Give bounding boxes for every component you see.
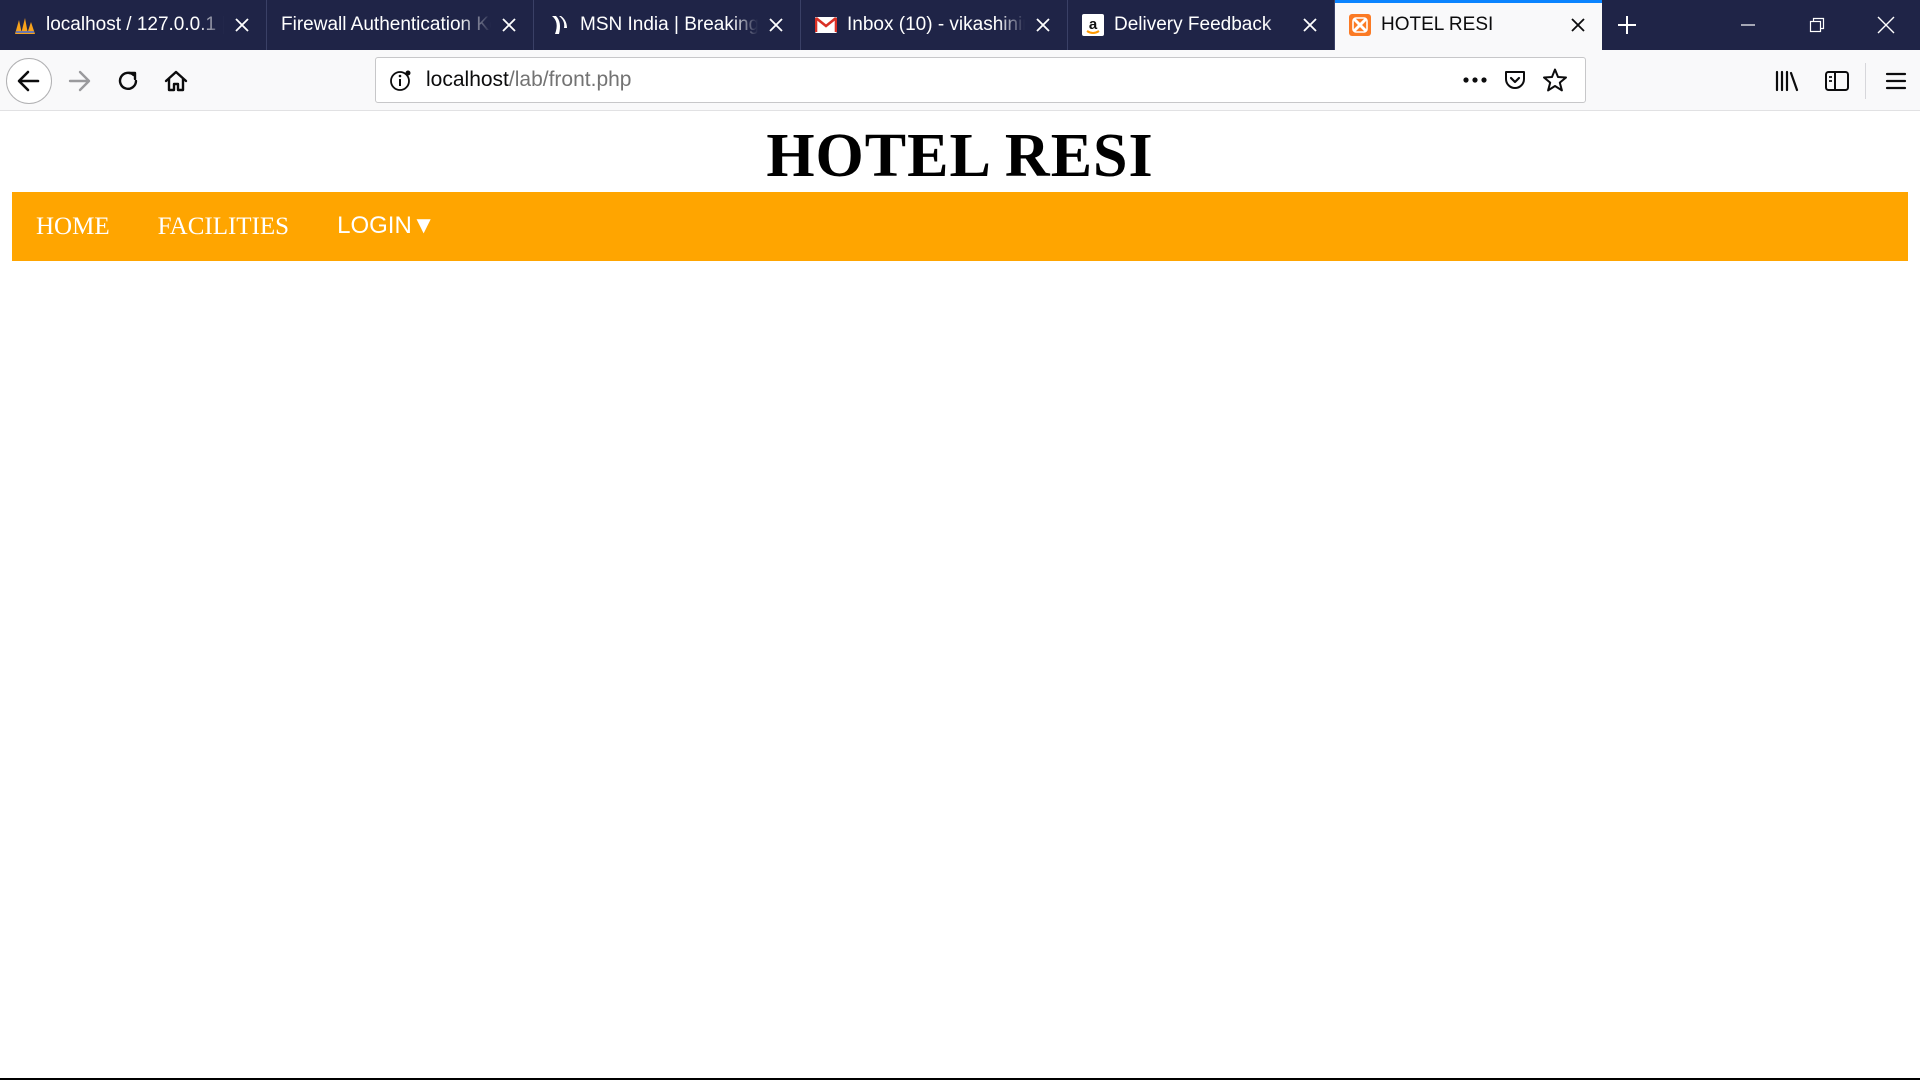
close-icon <box>1877 16 1894 34</box>
toolbar-right <box>1761 58 1920 104</box>
star-icon <box>1543 68 1567 92</box>
home-button[interactable] <box>153 58 199 104</box>
close-icon[interactable] <box>1031 13 1055 37</box>
hamburger-menu-icon <box>1885 72 1907 90</box>
minimize-icon <box>1740 24 1755 26</box>
home-icon <box>164 70 188 92</box>
forward-button[interactable] <box>56 58 102 104</box>
restore-button[interactable] <box>1782 0 1851 50</box>
minimize-button[interactable] <box>1713 0 1782 50</box>
library-button[interactable] <box>1763 58 1811 104</box>
sidebar-button[interactable] <box>1813 58 1861 104</box>
tab-msn[interactable]: MSN India | Breaking News <box>534 0 801 50</box>
phpmyadmin-icon <box>14 14 36 36</box>
close-icon[interactable] <box>230 13 254 37</box>
url-host: localhost <box>426 68 509 91</box>
url-path: /lab/front.php <box>508 68 632 91</box>
menu-item-home[interactable]: HOME <box>36 213 110 241</box>
restore-icon <box>1809 17 1824 33</box>
tab-hotel-resi[interactable]: HOTEL RESI <box>1335 0 1602 50</box>
tab-title: HOTEL RESI <box>1381 14 1494 35</box>
bookmark-star-button[interactable] <box>1535 60 1575 100</box>
msn-icon <box>548 14 570 36</box>
close-icon[interactable] <box>497 13 521 37</box>
reload-icon <box>118 71 138 90</box>
main-navigation-menu: HOME FACILITIES LOGIN▼ <box>12 192 1908 261</box>
tab-phpmyadmin[interactable]: localhost / 127.0.0.1 | phpMyAdmin <box>0 0 267 50</box>
menu-item-login-dropdown[interactable]: LOGIN▼ <box>337 212 435 240</box>
tab-title: Delivery Feedback <box>1114 14 1272 35</box>
sidebar-icon <box>1825 71 1849 91</box>
tab-amazon[interactable]: a Delivery Feedback <box>1068 0 1335 50</box>
page-actions-button[interactable] <box>1455 60 1495 100</box>
pocket-icon <box>1505 71 1525 89</box>
page-content: HOTEL RESI HOME FACILITIES LOGIN▼ <box>0 111 1920 1080</box>
page-title: HOTEL RESI <box>766 122 1154 190</box>
tab-title: Firewall Authentication Keepalive <box>281 14 491 35</box>
tab-title: localhost / 127.0.0.1 | phpMyAdmin <box>46 14 224 35</box>
tab-gmail[interactable]: Inbox (10) - vikashinirai <box>801 0 1068 50</box>
reload-button[interactable] <box>105 58 151 104</box>
url-bar[interactable]: localhost/lab/front.php <box>375 57 1586 103</box>
close-icon[interactable] <box>1298 13 1322 37</box>
xampp-icon <box>1349 14 1371 36</box>
close-window-button[interactable] <box>1851 0 1920 50</box>
navigation-toolbar: localhost/lab/front.php <box>0 50 1920 111</box>
back-button[interactable] <box>6 58 52 104</box>
tab-title: Inbox (10) - vikashinirai <box>847 14 1025 35</box>
plus-icon <box>1618 16 1636 34</box>
svg-text:a: a <box>1089 16 1098 33</box>
amazon-icon: a <box>1082 14 1104 36</box>
url-text[interactable]: localhost/lab/front.php <box>426 68 1455 92</box>
gmail-icon <box>815 14 837 36</box>
library-icon <box>1775 70 1799 92</box>
menu-button[interactable] <box>1872 58 1920 104</box>
tab-strip: localhost / 127.0.0.1 | phpMyAdmin Firew… <box>0 0 1920 50</box>
tab-firewall[interactable]: Firewall Authentication Keepalive <box>267 0 534 50</box>
close-icon[interactable] <box>764 13 788 37</box>
menu-item-facilities[interactable]: FACILITIES <box>158 213 289 241</box>
info-icon[interactable] <box>388 67 414 93</box>
tab-title: MSN India | Breaking News <box>580 14 758 35</box>
new-tab-button[interactable] <box>1602 0 1652 50</box>
pocket-button[interactable] <box>1495 60 1535 100</box>
more-icon <box>1463 77 1487 83</box>
arrow-right-icon <box>68 70 91 92</box>
close-icon[interactable] <box>1566 13 1590 37</box>
window-controls <box>1713 0 1920 50</box>
toolbar-separator <box>1865 63 1866 99</box>
arrow-left-icon <box>17 70 40 92</box>
